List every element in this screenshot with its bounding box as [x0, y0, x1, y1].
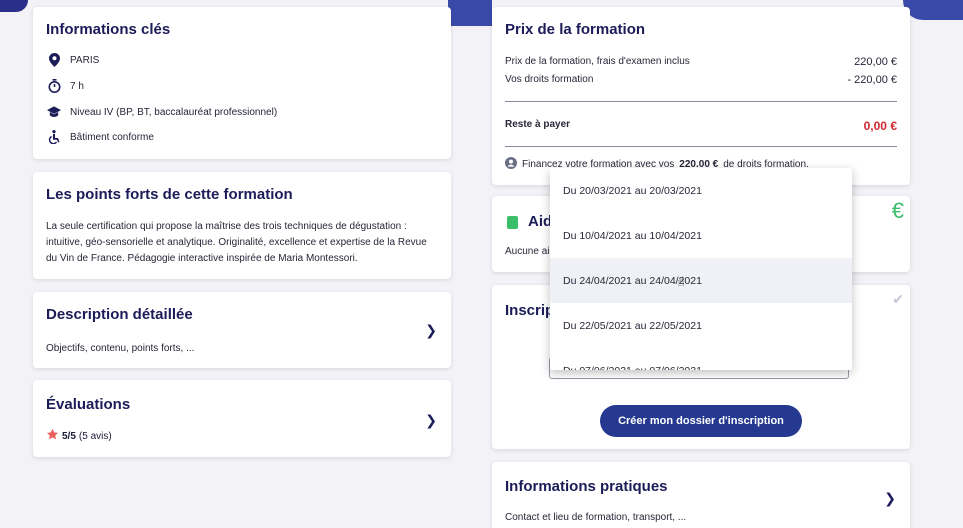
header-band-right [903, 0, 963, 20]
rating-count: (5 avis) [78, 430, 112, 442]
hand-cursor-icon: ☝ [677, 274, 685, 289]
chevron-right-icon[interactable]: ❯ [425, 322, 437, 339]
price-row-rights: Vos droits formation - 220,00 € [505, 74, 897, 86]
evaluations-title: Évaluations [46, 396, 131, 413]
session-option-hovered[interactable]: Du 24/04/2021 au 24/04/2021 ☝ [550, 258, 852, 303]
session-option[interactable]: Du 07/06/2021 au 07/06/2021 [550, 348, 852, 371]
star-icon [46, 428, 59, 444]
divider [505, 146, 897, 147]
divider [505, 101, 897, 102]
info-row-location: PARIS [47, 53, 99, 67]
location-text: PARIS [70, 54, 100, 66]
highlights-text: La seule certification qui propose la ma… [46, 221, 427, 264]
registration-title: Inscrip [505, 302, 555, 319]
key-info-card: Informations clés PARIS 7 h Niveau IV (B… [33, 7, 451, 159]
euro-icon: € [891, 198, 904, 223]
session-option[interactable]: Du 22/05/2021 au 22/05/2021 [550, 303, 852, 348]
level-text: Niveau IV (BP, BT, baccalauréat professi… [70, 106, 278, 118]
key-info-title: Informations clés [46, 21, 171, 38]
duration-text: 7 h [70, 80, 84, 92]
detailed-description-card[interactable]: Description détaillée Objectifs, contenu… [33, 292, 451, 368]
session-option[interactable]: Du 20/03/2021 au 20/03/2021 [550, 168, 852, 213]
price-row-total: Prix de la formation, frais d'examen inc… [505, 56, 897, 68]
session-dropdown[interactable]: Du 20/03/2021 au 20/03/2021 Du 10/04/202… [550, 168, 852, 370]
user-circle-icon [505, 157, 517, 172]
info-row-accessibility: Bâtiment conforme [47, 130, 154, 144]
rating-score: 5/5 [62, 430, 76, 442]
price-row-remaining: Reste à payer 0,00 € [505, 119, 897, 133]
location-pin-icon [47, 53, 61, 67]
practical-info-card[interactable]: Informations pratiques Contact et lieu d… [492, 462, 910, 528]
highlights-card: Les points forts de cette formation La s… [33, 172, 451, 279]
description-title: Description détaillée [46, 306, 193, 323]
graduation-cap-icon [47, 105, 61, 119]
practical-info-title: Informations pratiques [505, 478, 668, 495]
remaining-label: Reste à payer [505, 119, 571, 130]
price-title: Prix de la formation [505, 21, 646, 38]
stopwatch-icon [47, 79, 61, 93]
chevron-right-icon[interactable]: ❯ [425, 412, 437, 429]
price-amount: 220,00 € [854, 56, 897, 68]
rating: 5/5 (5 avis) [46, 428, 112, 444]
session-option[interactable]: Du 10/04/2021 au 10/04/2021 [550, 213, 852, 258]
description-subtitle: Objectifs, contenu, points forts, ... [46, 343, 195, 354]
header-band-mid [448, 0, 492, 26]
rights-amount: - 220,00 € [847, 74, 897, 86]
chevron-right-icon[interactable]: ❯ [884, 490, 896, 507]
evaluations-card[interactable]: Évaluations 5/5 (5 avis) ❯ [33, 380, 451, 457]
header-band-left [0, 0, 28, 12]
rights-label: Vos droits formation [505, 74, 594, 85]
user-check-icon: ✔ [892, 291, 904, 307]
practical-info-subtitle: Contact et lieu de formation, transport,… [505, 512, 687, 523]
aid-subtitle: Aucune ai [505, 246, 550, 257]
info-row-level: Niveau IV (BP, BT, baccalauréat professi… [47, 105, 277, 119]
info-row-duration: 7 h [47, 79, 84, 93]
price-label: Prix de la formation, frais d'examen inc… [505, 56, 690, 67]
document-icon [507, 216, 518, 229]
highlights-title: Les points forts de cette formation [46, 186, 293, 203]
accessibility-text: Bâtiment conforme [70, 131, 154, 143]
accessibility-icon [47, 130, 61, 144]
price-card: Prix de la formation Prix de la formatio… [492, 7, 910, 185]
remaining-amount: 0,00 € [863, 119, 897, 133]
create-registration-button[interactable]: Créer mon dossier d'inscription [600, 405, 802, 437]
